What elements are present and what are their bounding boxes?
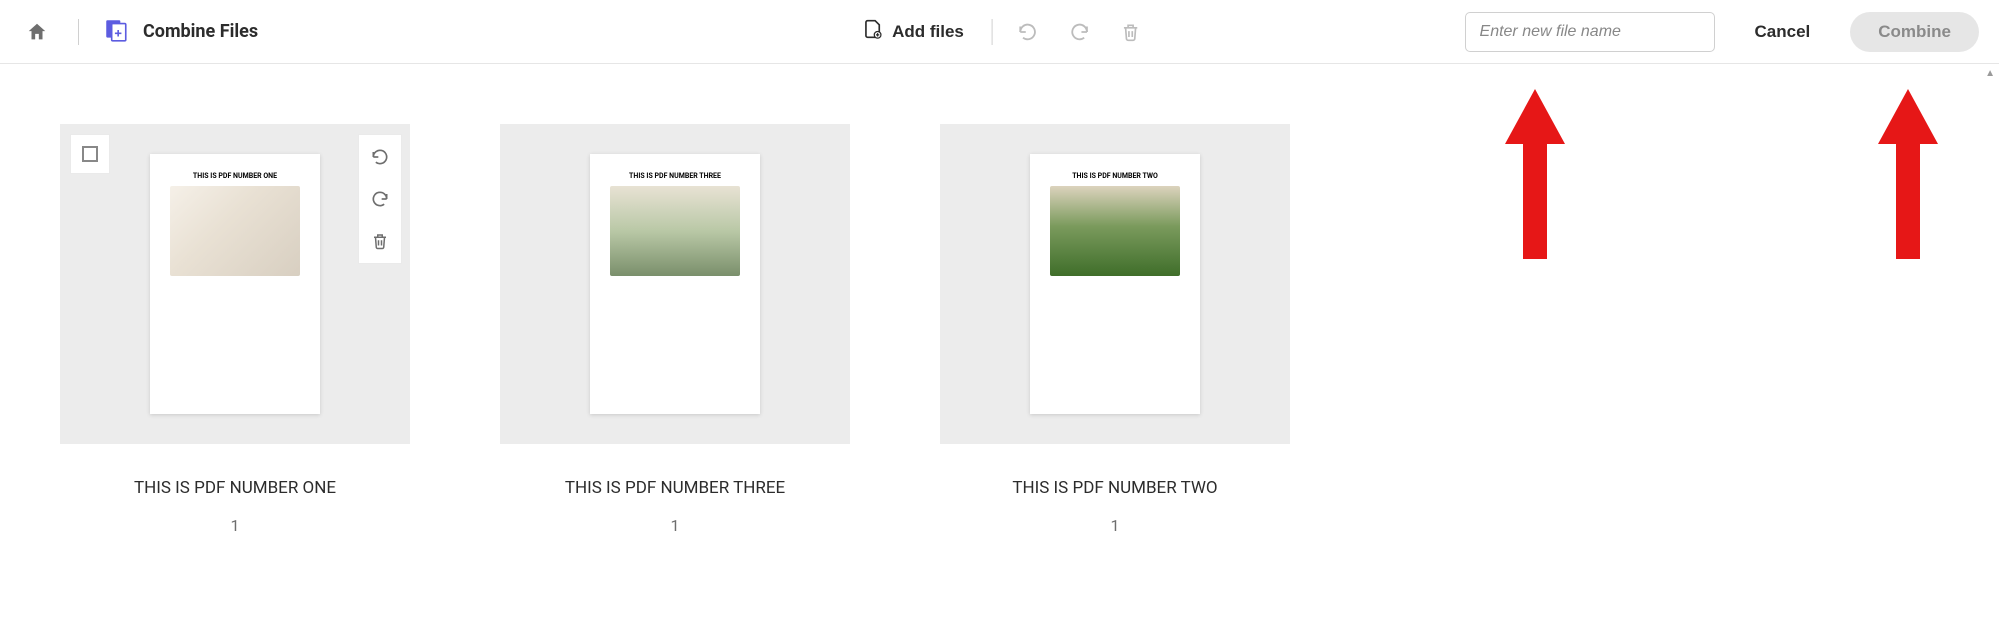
- home-button[interactable]: [20, 15, 54, 49]
- delete-button[interactable]: [1115, 15, 1147, 49]
- add-files-button[interactable]: Add files: [852, 12, 974, 51]
- trash-icon: [1121, 21, 1141, 43]
- toolbar-right: Cancel Combine: [1465, 12, 1979, 52]
- cancel-button[interactable]: Cancel: [1743, 14, 1823, 50]
- select-checkbox[interactable]: [70, 134, 110, 174]
- page-preview: THIS IS PDF NUMBER THREE: [590, 154, 760, 414]
- file-name-label: THIS IS PDF NUMBER ONE: [134, 478, 336, 498]
- trash-icon: [371, 231, 389, 251]
- redo-button[interactable]: [1063, 15, 1097, 49]
- toolbar-left: Combine Files: [20, 15, 258, 49]
- rotate-cw-button[interactable]: [364, 183, 396, 215]
- toolbar-center: Add files: [852, 12, 1147, 51]
- separator: [992, 19, 993, 45]
- preview-image: [1050, 186, 1180, 276]
- home-icon: [26, 21, 48, 43]
- file-name-label: THIS IS PDF NUMBER TWO: [1012, 478, 1217, 498]
- file-card[interactable]: THIS IS PDF NUMBER TWO THIS IS PDF NUMBE…: [940, 124, 1290, 535]
- file-thumbnail: THIS IS PDF NUMBER TWO: [940, 124, 1290, 444]
- page-title-wrap: Combine Files: [103, 17, 258, 47]
- page-count-label: 1: [1111, 516, 1120, 535]
- workspace: ▲ THIS: [0, 64, 1999, 627]
- redo-icon: [1069, 21, 1091, 43]
- combine-button[interactable]: Combine: [1850, 12, 1979, 52]
- add-files-label: Add files: [892, 22, 964, 42]
- scroll-up-icon: ▲: [1985, 68, 1995, 79]
- combine-files-icon: [103, 17, 129, 47]
- filename-input[interactable]: [1465, 12, 1715, 52]
- page-title: Combine Files: [143, 21, 258, 42]
- delete-file-button[interactable]: [365, 225, 395, 257]
- undo-icon: [1017, 21, 1039, 43]
- preview-caption: THIS IS PDF NUMBER THREE: [629, 172, 721, 180]
- rotate-ccw-button[interactable]: [364, 141, 396, 173]
- toolbar: Combine Files Add files Cancel Combine: [0, 0, 1999, 64]
- preview-caption: THIS IS PDF NUMBER TWO: [1072, 172, 1158, 180]
- file-thumbnail: THIS IS PDF NUMBER ONE: [60, 124, 410, 444]
- thumbnails-row: THIS IS PDF NUMBER ONE THIS IS PDF NUMBE…: [60, 124, 1939, 535]
- annotation-arrow: [1878, 89, 1938, 259]
- undo-button[interactable]: [1011, 15, 1045, 49]
- file-thumbnail: THIS IS PDF NUMBER THREE: [500, 124, 850, 444]
- page-count-label: 1: [231, 516, 240, 535]
- add-file-icon: [862, 18, 882, 45]
- page-preview: THIS IS PDF NUMBER ONE: [150, 154, 320, 414]
- rotate-cw-icon: [370, 189, 390, 209]
- separator: [78, 19, 79, 45]
- file-card[interactable]: THIS IS PDF NUMBER THREE THIS IS PDF NUM…: [500, 124, 850, 535]
- file-hover-tools: [358, 134, 402, 264]
- checkbox-icon: [82, 146, 98, 162]
- preview-caption: THIS IS PDF NUMBER ONE: [193, 172, 277, 180]
- file-name-label: THIS IS PDF NUMBER THREE: [565, 478, 785, 498]
- page-preview: THIS IS PDF NUMBER TWO: [1030, 154, 1200, 414]
- file-card[interactable]: THIS IS PDF NUMBER ONE THIS IS PDF NUMBE…: [60, 124, 410, 535]
- annotation-arrow: [1505, 89, 1565, 259]
- page-count-label: 1: [671, 516, 680, 535]
- rotate-ccw-icon: [370, 147, 390, 167]
- preview-image: [170, 186, 300, 276]
- preview-image: [610, 186, 740, 276]
